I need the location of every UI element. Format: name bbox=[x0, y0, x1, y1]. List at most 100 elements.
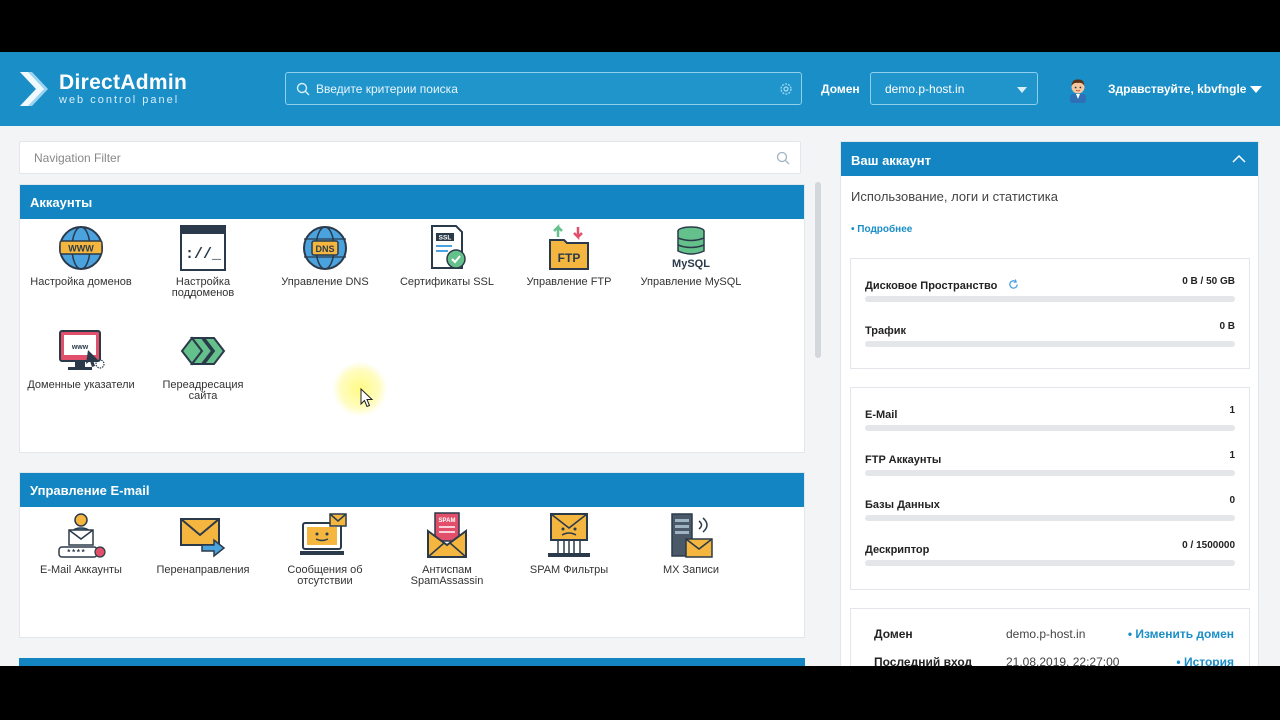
svg-text:WWW: WWW bbox=[68, 244, 94, 254]
scrollbar[interactable] bbox=[815, 182, 821, 358]
navigation-filter-input[interactable] bbox=[34, 151, 734, 165]
tile-subdomain-setup[interactable]: ://_ Настройка поддоменов bbox=[148, 223, 258, 299]
search-icon bbox=[296, 82, 310, 95]
global-search[interactable] bbox=[285, 72, 802, 105]
tile-label: Управление FTP bbox=[526, 276, 612, 288]
progress-bar bbox=[865, 425, 1235, 431]
logo-subtitle: web control panel bbox=[59, 94, 180, 106]
email-account-icon: **** bbox=[58, 513, 106, 558]
svg-text:FTP: FTP bbox=[558, 251, 581, 265]
tile-label: Управление MySQL bbox=[640, 276, 742, 288]
next-panel-header bbox=[19, 658, 805, 666]
top-header: DirectAdmin web control panel Домен demo… bbox=[0, 52, 1280, 126]
tile-ssl-certificates[interactable]: SSL Сертификаты SSL bbox=[392, 223, 502, 288]
stat-disk-space: Дисковое Пространство 0 B / 50 GB bbox=[865, 276, 1235, 302]
svg-text:MySQL: MySQL bbox=[672, 258, 710, 270]
domain-select-value: demo.p-host.in bbox=[885, 82, 965, 96]
domain-label: Домен bbox=[821, 82, 860, 96]
more-link[interactable]: • Подробнее bbox=[851, 224, 912, 235]
gear-icon[interactable] bbox=[779, 82, 793, 96]
info-box: Домен demo.p-host.in • Изменить домен По… bbox=[850, 608, 1250, 666]
mx-server-icon bbox=[671, 513, 713, 558]
svg-text:://_: ://_ bbox=[185, 246, 222, 263]
svg-text:DNS: DNS bbox=[315, 244, 334, 254]
avatar[interactable] bbox=[1066, 77, 1090, 103]
svg-text:SPAM: SPAM bbox=[439, 518, 456, 524]
svg-text:www: www bbox=[71, 344, 89, 351]
tile-label: E-Mail Аккаунты bbox=[40, 564, 122, 576]
tile-email-accounts[interactable]: **** E-Mail Аккаунты bbox=[26, 511, 136, 576]
tile-label: Антиспам SpamAssassin bbox=[410, 564, 484, 587]
dns-globe-icon: DNS bbox=[303, 226, 347, 270]
tile-ftp-management[interactable]: FTP Управление FTP bbox=[514, 223, 624, 288]
accounts-panel-title: Аккаунты bbox=[20, 185, 804, 219]
refresh-icon[interactable] bbox=[1008, 279, 1019, 290]
directadmin-logo-icon bbox=[20, 72, 48, 106]
ssl-certificate-icon: SSL bbox=[431, 225, 466, 269]
chevron-up-icon[interactable] bbox=[1232, 154, 1246, 164]
stat-name: E-Mail bbox=[865, 409, 898, 421]
tile-label: SPAM Фильтры bbox=[529, 564, 609, 576]
account-panel-title: Ваш аккаунт bbox=[851, 153, 931, 168]
stat-name: Трафик bbox=[865, 325, 907, 337]
tile-mysql-management[interactable]: MySQL Управление MySQL bbox=[636, 223, 746, 288]
spam-envelope-icon: SPAM bbox=[427, 512, 467, 558]
tile-spam-filters[interactable]: SPAM Фильтры bbox=[514, 511, 624, 576]
tile-label: Управление DNS bbox=[281, 276, 369, 288]
mysql-database-icon: MySQL bbox=[672, 226, 710, 270]
stat-email: E-Mail 1 bbox=[865, 405, 1235, 431]
info-value: demo.p-host.in bbox=[1006, 627, 1086, 641]
user-greeting[interactable]: Здравствуйте, kbvfngle bbox=[1108, 82, 1246, 96]
info-value: 21.08.2019, 22:27:00 bbox=[1006, 655, 1120, 666]
tile-label: Перенаправления bbox=[156, 564, 250, 576]
ftp-folder-icon: FTP bbox=[549, 223, 589, 270]
navigation-filter[interactable] bbox=[19, 141, 801, 174]
stat-descriptor: Дескриптор 0 / 1500000 bbox=[865, 540, 1235, 566]
spam-filter-icon bbox=[548, 513, 590, 557]
tile-spamassassin[interactable]: SPAM Антиспам SpamAssassin bbox=[392, 511, 502, 587]
stat-name: Дескриптор bbox=[865, 544, 930, 556]
account-subtitle: Использование, логи и статистика bbox=[851, 189, 1058, 204]
progress-bar bbox=[865, 341, 1235, 347]
user-menu-chevron-icon[interactable] bbox=[1250, 86, 1262, 93]
info-key: Домен bbox=[874, 627, 913, 641]
stat-value: 1 bbox=[1229, 450, 1235, 461]
account-panel: Ваш аккаунт Использование, логи и статис… bbox=[840, 141, 1259, 666]
change-domain-link[interactable]: • Изменить домен bbox=[1128, 627, 1234, 641]
globe-www-icon: WWW bbox=[59, 226, 103, 270]
progress-bar bbox=[865, 470, 1235, 476]
stat-value: 0 / 1500000 bbox=[1182, 540, 1235, 551]
chevron-down-icon bbox=[1017, 87, 1027, 93]
progress-bar bbox=[865, 560, 1235, 566]
stat-traffic: Трафик 0 B bbox=[865, 321, 1235, 347]
stat-ftp-accounts: FTP Аккаунты 1 bbox=[865, 450, 1235, 476]
tile-email-forwarders[interactable]: Перенаправления bbox=[148, 511, 258, 576]
history-link[interactable]: • История bbox=[1176, 655, 1234, 666]
search-input[interactable] bbox=[316, 81, 779, 96]
tile-label: Настройка доменов bbox=[30, 276, 132, 288]
domain-select[interactable]: demo.p-host.in bbox=[870, 72, 1038, 105]
accounts-panel: Аккаунты WWW Настройка доменов ://_ Наст… bbox=[19, 184, 805, 453]
redirect-arrows-icon bbox=[180, 336, 226, 366]
tile-mx-records[interactable]: MX Записи bbox=[636, 511, 746, 576]
stat-name: Базы Данных bbox=[865, 499, 940, 511]
stat-databases: Базы Данных 0 bbox=[865, 495, 1235, 521]
stat-name: Дисковое Пространство bbox=[865, 280, 998, 292]
tile-label: Настройка поддоменов bbox=[171, 276, 235, 299]
logo[interactable]: DirectAdmin web control panel bbox=[18, 70, 187, 108]
svg-text:SSL: SSL bbox=[439, 235, 452, 242]
logo-title: DirectAdmin bbox=[59, 71, 188, 94]
mouse-cursor-icon bbox=[360, 388, 374, 408]
tile-dns-management[interactable]: DNS Управление DNS bbox=[270, 223, 380, 288]
tile-domain-pointers[interactable]: www Доменные указатели bbox=[26, 326, 136, 391]
account-panel-header[interactable]: Ваш аккаунт bbox=[841, 142, 1258, 176]
tile-domain-setup[interactable]: WWW Настройка доменов bbox=[26, 223, 136, 288]
email-panel-title: Управление E-mail bbox=[20, 473, 804, 507]
tile-site-redirect[interactable]: Переадресация сайта bbox=[148, 326, 258, 402]
tile-vacation-messages[interactable]: Сообщения об отсутствии bbox=[270, 511, 380, 587]
stat-value: 0 B bbox=[1219, 321, 1235, 332]
directadmin-window: DirectAdmin web control panel Домен demo… bbox=[0, 52, 1280, 666]
search-icon bbox=[776, 151, 790, 165]
stat-value: 1 bbox=[1229, 405, 1235, 416]
autoresponder-icon bbox=[300, 513, 347, 555]
